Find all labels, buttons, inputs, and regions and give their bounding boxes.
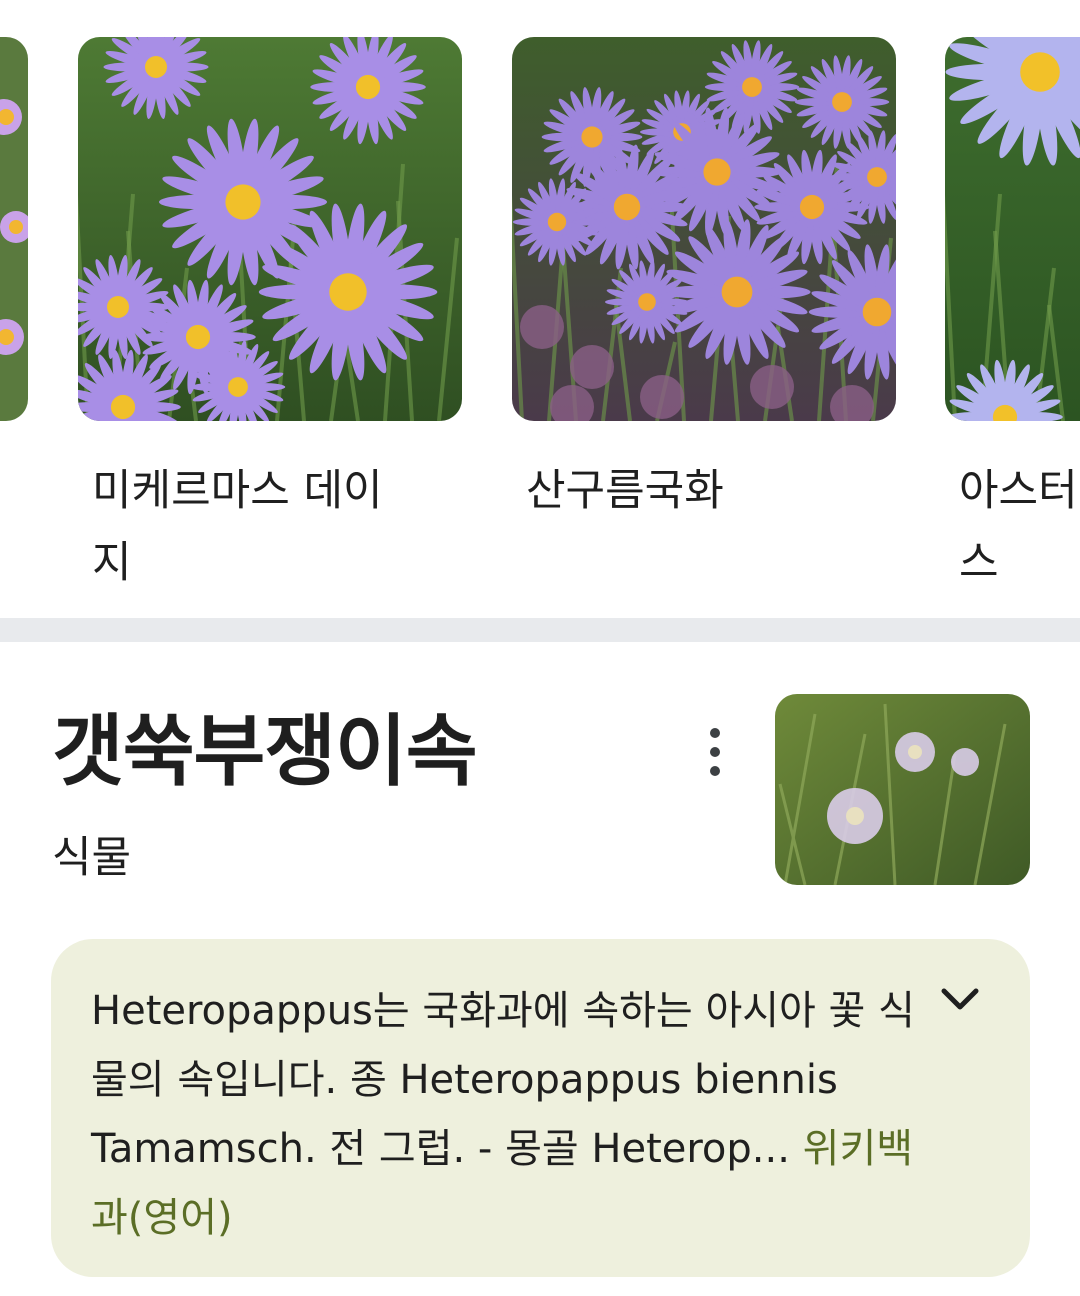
entity-thumbnail[interactable] [775,694,1030,885]
carousel-image-partial [0,37,28,421]
chevron-down-icon[interactable] [936,981,984,1021]
carousel-image-alpine-aster [512,37,896,421]
carousel-label: 미케르마스 데이 지 [92,466,383,588]
carousel-card-alpine-aster[interactable]: 산구름국화 [512,37,896,516]
description-text: Heteropappus는 국화과에 속하는 아시아 꽃 식물의 속입니다. 종… [91,977,921,1253]
entity-subtitle: 식물 [52,833,132,883]
description-panel[interactable]: Heteropappus는 국화과에 속하는 아시아 꽃 식물의 속입니다. 종… [51,939,1030,1277]
section-divider [0,618,1080,642]
description-body: Heteropappus는 국화과에 속하는 아시아 꽃 식물의 속입니다. 종… [91,988,915,1172]
carousel-image-michaelmas-daisy [78,37,462,421]
carousel-card-partial[interactable] [0,37,28,421]
related-plants-carousel[interactable]: 미케르마스 데이 지 산구름국화 아스터 스 [0,0,1080,618]
carousel-image-aster [945,37,1080,421]
entity-title: 갯쑥부쟁이속 [52,707,478,797]
carousel-label: 아스터 스 [959,466,1078,588]
carousel-card-aster[interactable]: 아스터 스 [945,37,1080,588]
carousel-label: 산구름국화 [526,466,724,516]
more-options-icon[interactable] [690,722,740,782]
carousel-card-michaelmas-daisy[interactable]: 미케르마스 데이 지 [78,37,462,588]
